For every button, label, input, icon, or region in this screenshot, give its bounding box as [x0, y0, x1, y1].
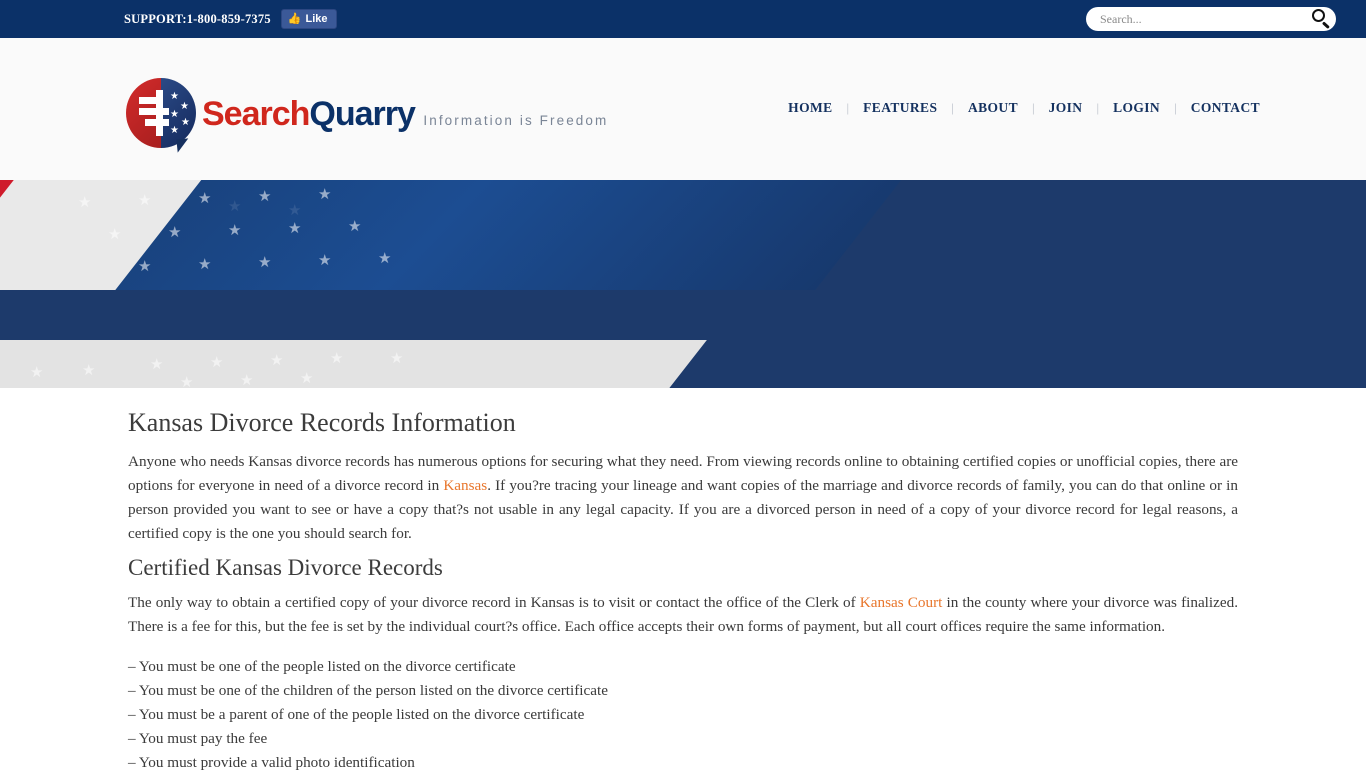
support-phone-text: SUPPORT:1-800-859-7375: [124, 11, 271, 26]
nav-item-join[interactable]: JOIN: [1035, 100, 1097, 116]
usa-flag-graphic: ★ ★ ★ ★ ★ ★ ★ ★ ★ ★ ★ ★ ★ ★ ★ ★ ★ ★ ★ ★ …: [0, 180, 925, 388]
site-logo[interactable]: ★ ★ ★ ★ ★ SearchQuarry Information is Fr…: [126, 78, 608, 153]
kansas-link[interactable]: Kansas: [443, 477, 487, 494]
hero-search-banner: ★ ★ ★ ★ ★ ★ ★ ★ ★ ★ ★ ★ ★ ★ ★ ★ ★ ★ ★ ★ …: [0, 180, 1366, 388]
list-item: – You must pay the fee: [128, 730, 268, 747]
site-header: ★ ★ ★ ★ ★ SearchQuarry Information is Fr…: [0, 38, 1366, 216]
paragraph-2-text-a: The only way to obtain a certified copy …: [128, 594, 860, 611]
list-item: – You must be a parent of one of the peo…: [128, 706, 585, 723]
top-utility-bar: SUPPORT:1-800-859-7375 👍 Like: [0, 0, 1366, 38]
searchquarry-badge-icon: ★ ★ ★ ★ ★: [126, 78, 196, 153]
logo-word-search: Search: [202, 95, 310, 133]
list-item: – You must be one of the children of the…: [128, 682, 608, 699]
article-subheading: Certified Kansas Divorce Records: [128, 555, 443, 580]
kansas-court-link[interactable]: Kansas Court: [860, 594, 943, 611]
magnifier-icon[interactable]: [1310, 8, 1332, 30]
article-paragraph-2: The only way to obtain a certified copy …: [128, 591, 1238, 639]
site-search-input[interactable]: [1100, 9, 1310, 29]
logo-word-quarry: Quarry: [309, 95, 415, 133]
topbar-left-group: SUPPORT:1-800-859-7375 👍 Like: [124, 9, 337, 29]
article-content: Kansas Divorce Records Information Anyon…: [0, 388, 1366, 775]
nav-item-features[interactable]: FEATURES: [849, 100, 951, 116]
requirements-list: – You must be one of the people listed o…: [128, 655, 1238, 775]
main-navigation: HOME | FEATURES | ABOUT | JOIN | LOGIN |…: [774, 100, 1274, 116]
article-paragraph-1: Anyone who needs Kansas divorce records …: [128, 450, 1238, 546]
nav-item-home[interactable]: HOME: [774, 100, 846, 116]
list-item: – You must be one of the people listed o…: [128, 658, 516, 675]
facebook-like-button[interactable]: 👍 Like: [280, 9, 337, 29]
site-search-box[interactable]: [1086, 7, 1336, 31]
article-heading: Kansas Divorce Records Information: [128, 408, 516, 437]
nav-item-contact[interactable]: CONTACT: [1177, 100, 1274, 116]
logo-tagline: Information is Freedom: [423, 113, 609, 128]
thumbs-up-icon: 👍: [287, 12, 302, 25]
nav-item-about[interactable]: ABOUT: [954, 100, 1032, 116]
list-item: – You must provide a valid photo identif…: [128, 754, 415, 771]
nav-item-login[interactable]: LOGIN: [1099, 100, 1174, 116]
facebook-like-label: Like: [305, 13, 328, 25]
logo-wordmark: SearchQuarry Information is Freedom: [202, 97, 608, 131]
